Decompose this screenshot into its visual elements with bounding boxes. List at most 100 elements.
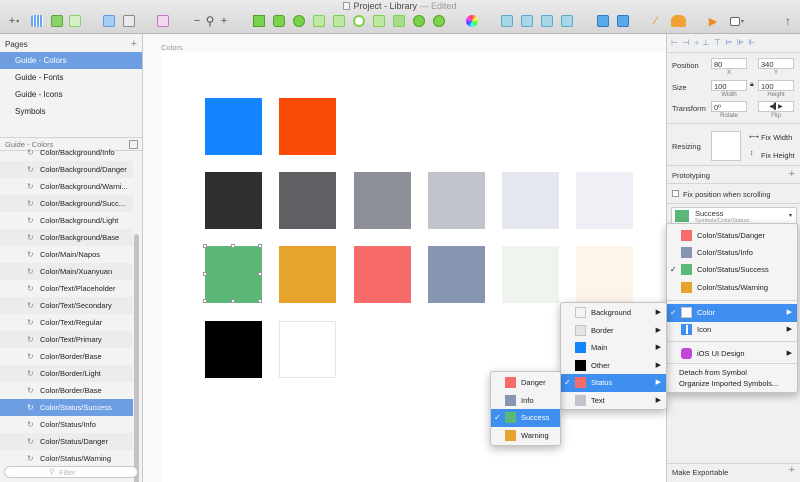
color-swatch[interactable] (354, 246, 411, 303)
height-field[interactable]: 100 (758, 80, 794, 91)
page-item[interactable]: Guide - Icons (0, 86, 142, 103)
link-button[interactable] (432, 13, 446, 29)
pencil-tool-button[interactable] (312, 13, 326, 29)
color-swatch[interactable] (576, 246, 633, 303)
menu-item[interactable]: Warning (491, 427, 560, 445)
color-swatch[interactable] (428, 246, 485, 303)
menu-item[interactable]: ✓ Color/Status/Success (667, 261, 797, 279)
fix-width-label[interactable]: Fix Width (761, 133, 792, 142)
fix-height-icon[interactable]: ↕ (750, 150, 754, 157)
color-picker-button[interactable] (465, 13, 479, 29)
layer-row[interactable]: ↻ Color/Background/Succ... (0, 195, 133, 212)
resize-handle[interactable] (258, 244, 262, 248)
color-swatch[interactable] (279, 246, 336, 303)
layer-row[interactable]: ↻ Color/Background/Info (0, 144, 133, 161)
color-swatch[interactable] (279, 172, 336, 229)
grid-view-button[interactable] (30, 13, 44, 29)
view-button[interactable] (728, 13, 746, 29)
layers-scrollbar[interactable] (134, 234, 139, 482)
color-swatch[interactable] (428, 172, 485, 229)
menu-item[interactable]: Danger (491, 374, 560, 392)
menu-item[interactable]: Detach from Symbol (667, 367, 797, 378)
layer-row[interactable]: ↻ Color/Background/Danger (0, 161, 133, 178)
color-swatch[interactable] (576, 172, 633, 229)
menu-item[interactable]: Text ▶ (561, 392, 666, 410)
resize-handle[interactable] (203, 244, 207, 248)
color-swatch[interactable] (279, 98, 336, 155)
intersect-button[interactable] (540, 13, 554, 29)
page-item[interactable]: Symbols (0, 103, 142, 120)
add-prototyping-button[interactable]: + (789, 168, 795, 180)
layer-row[interactable]: ↻ Color/Border/Light (0, 365, 133, 382)
layer-row[interactable]: ↻ Color/Border/Base (0, 348, 133, 365)
layer-row[interactable]: ↻ Color/Text/Regular (0, 314, 133, 331)
resize-handle[interactable] (203, 272, 207, 276)
scissors-tool-button[interactable] (372, 13, 386, 29)
color-swatch[interactable] (502, 246, 559, 303)
rounded-rect-tool-button[interactable] (272, 13, 286, 29)
menu-item[interactable]: Color/Status/Info (667, 244, 797, 262)
layer-row[interactable]: ↻ Color/Text/Primary (0, 331, 133, 348)
resize-handle[interactable] (231, 299, 235, 303)
menu-item[interactable]: ✓ Success (491, 409, 560, 427)
menu-item[interactable]: ✓ Status ▶ (561, 374, 666, 392)
resize-handle[interactable] (258, 272, 262, 276)
color-swatch[interactable] (205, 98, 262, 155)
color-swatch[interactable] (502, 172, 559, 229)
page-item[interactable]: Guide - Fonts (0, 69, 142, 86)
forward-button[interactable] (596, 13, 610, 29)
resize-handle[interactable] (258, 299, 262, 303)
menu-item[interactable]: Info (491, 392, 560, 410)
layer-row[interactable]: ↻ Color/Main/Napos (0, 246, 133, 263)
resize-handle[interactable] (231, 244, 235, 248)
layer-row[interactable]: ↻ Color/Status/Warning (0, 450, 133, 467)
vector-tool-button[interactable] (332, 13, 346, 29)
align-icons[interactable]: ⊢⊣⫞⊥⊤⊨⊫⊩ (671, 38, 760, 47)
ungroup-button[interactable] (68, 13, 82, 29)
color-swatch[interactable] (354, 172, 411, 229)
page-item[interactable]: Guide - Colors (0, 52, 142, 69)
layer-row[interactable]: ↻ Color/Border/Base (0, 382, 133, 399)
fix-width-icon[interactable]: ⟷ (749, 133, 759, 141)
color-swatch[interactable] (205, 321, 262, 378)
layer-row[interactable]: ↻ Color/Main/Xuanyuan (0, 263, 133, 280)
artboard-label[interactable]: Colors (161, 43, 183, 52)
filter-input[interactable]: ⚲ Filter (4, 466, 138, 478)
flip-buttons[interactable]: ◀▌▶ (758, 101, 794, 112)
backward-button[interactable] (616, 13, 630, 29)
lock-icon[interactable]: 🔒︎ (750, 81, 754, 89)
y-field[interactable]: 340 (758, 58, 794, 69)
menu-item[interactable]: Color/Status/Warning (667, 279, 797, 297)
menu-item[interactable]: Background ▶ (561, 304, 666, 322)
oval-tool-button[interactable] (292, 13, 306, 29)
cloud-button[interactable] (670, 13, 686, 29)
difference-button[interactable] (560, 13, 574, 29)
x-field[interactable]: 80 (711, 58, 747, 69)
share-button[interactable]: ↑ (782, 13, 794, 29)
preview-button[interactable]: ▶ (706, 13, 720, 29)
zoom-out-button[interactable]: − (192, 13, 202, 29)
color-swatch[interactable] (279, 321, 336, 378)
create-symbol-button[interactable] (102, 13, 116, 29)
menu-item[interactable]: ✓ Color ▶ (667, 304, 797, 322)
rotate-tool-button[interactable] (352, 13, 366, 29)
flatten-button[interactable] (392, 13, 406, 29)
fix-position-checkbox[interactable] (672, 190, 679, 197)
layer-row[interactable]: ↻ Color/Text/Placeholder (0, 280, 133, 297)
fix-height-label[interactable]: Fix Height (761, 151, 795, 160)
zoom-in-button[interactable]: + (219, 13, 229, 29)
menu-item[interactable]: iOS UI Design ▶ (667, 345, 797, 363)
union-button[interactable] (500, 13, 514, 29)
menu-item[interactable]: Color/Status/Danger (667, 227, 797, 245)
add-page-button[interactable]: + (131, 38, 137, 50)
menu-item[interactable]: Other ▶ (561, 357, 666, 375)
rotate-field[interactable]: 0º (711, 101, 747, 112)
layer-row[interactable]: ↻ Color/Text/Secondary (0, 297, 133, 314)
mask-button[interactable] (412, 13, 426, 29)
layer-row[interactable]: ↻ Color/Status/Success (0, 399, 133, 416)
rectangle-tool-button[interactable] (252, 13, 266, 29)
menu-item[interactable]: Icon ▶ (667, 321, 797, 339)
frame-button[interactable] (122, 13, 136, 29)
layer-row[interactable]: ↻ Color/Background/Base (0, 229, 133, 246)
color-swatch[interactable] (205, 246, 262, 303)
